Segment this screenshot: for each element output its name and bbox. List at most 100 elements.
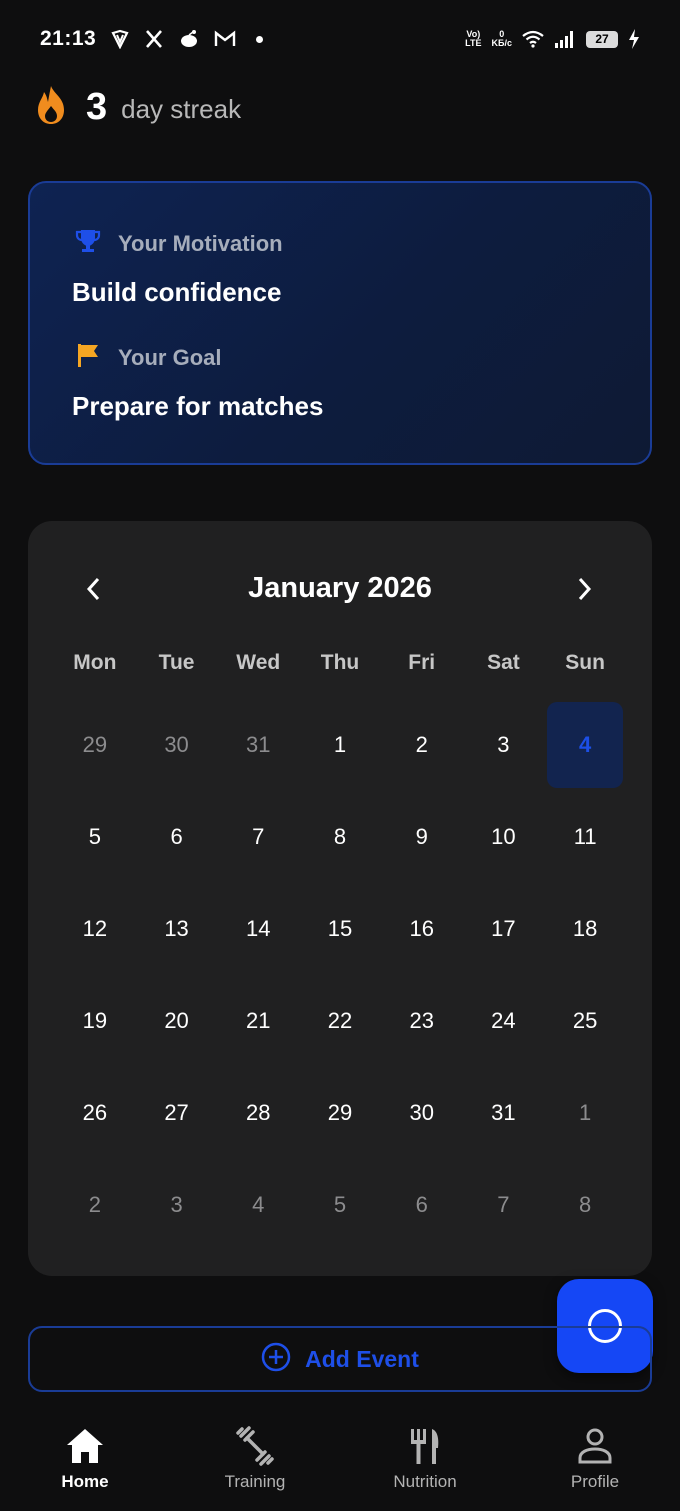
goal-label: Your Goal: [118, 344, 222, 370]
status-left: 21:13: [40, 27, 264, 51]
calendar-day[interactable]: 12: [54, 883, 136, 975]
nav-item-home[interactable]: Home: [0, 1410, 170, 1511]
calendar-day[interactable]: 29: [299, 1067, 381, 1159]
calendar-day-number: 5: [333, 1192, 347, 1217]
calendar-day[interactable]: 2: [381, 699, 463, 791]
calendar-day[interactable]: 19: [54, 975, 136, 1067]
calendar-day-number: 8: [333, 824, 347, 849]
calendar-day-number: 15: [327, 916, 353, 941]
calendar-day[interactable]: 24: [463, 975, 545, 1067]
calendar-day[interactable]: 27: [136, 1067, 218, 1159]
nav-label-profile: Profile: [570, 1472, 620, 1491]
calendar-day-number: 1: [333, 732, 347, 757]
reddit-icon: [178, 29, 200, 49]
calendar-day[interactable]: 15: [299, 883, 381, 975]
battery-indicator: 27: [586, 30, 618, 48]
calendar-day-number: 3: [497, 732, 510, 757]
calendar-day-number: 31: [246, 732, 271, 757]
streak-count: 3: [86, 85, 108, 128]
calendar-day-number: 14: [246, 916, 271, 941]
calendar-day[interactable]: 2: [54, 1159, 136, 1251]
streak-label: day streak: [121, 93, 242, 124]
status-time: 21:13: [40, 27, 97, 50]
calendar-month-title: January 2026: [248, 571, 432, 604]
calendar-day[interactable]: 7: [463, 1159, 545, 1251]
calendar-day-number: 3: [170, 1192, 183, 1217]
previous-month-button[interactable]: [74, 569, 114, 609]
notification-dot-icon: [256, 35, 264, 43]
calendar-day[interactable]: 20: [136, 975, 218, 1067]
calendar-day-number: 21: [246, 1008, 271, 1033]
calendar-day[interactable]: 17: [463, 883, 545, 975]
network-speed: 0 KБ/c: [491, 29, 512, 48]
calendar-day-selected[interactable]: 4: [544, 699, 626, 791]
nav-item-training[interactable]: Training: [170, 1410, 340, 1511]
calendar-day-number: 5: [88, 824, 101, 849]
calendar-day[interactable]: 4: [217, 1159, 299, 1251]
calendar-day[interactable]: 1: [299, 699, 381, 791]
calendar-day[interactable]: 9: [381, 791, 463, 883]
calendar-day[interactable]: 6: [381, 1159, 463, 1251]
calendar-day-number: 16: [409, 916, 434, 941]
charging-bolt-icon: [628, 29, 640, 49]
calendar-day[interactable]: 29: [54, 699, 136, 791]
calendar-day[interactable]: 5: [54, 791, 136, 883]
status-bar: 21:13 Vo) LTE 0 KБ/c 27: [0, 0, 680, 78]
calendar-day[interactable]: 22: [299, 975, 381, 1067]
chevron-left-icon: [86, 577, 100, 601]
calendar-day-number: 2: [415, 732, 428, 757]
add-event-label: Add Event: [305, 1345, 419, 1372]
calendar-day-number: 8: [579, 1192, 592, 1217]
calendar-day-number: 20: [164, 1008, 189, 1033]
calendar-day[interactable]: 30: [136, 699, 218, 791]
calendar-day-number: 24: [491, 1008, 516, 1033]
fire-icon: [32, 84, 70, 131]
calendar-day-number: 1: [579, 1100, 592, 1125]
calendar-day-number: 29: [82, 732, 108, 757]
calendar-day-number: 10: [491, 824, 516, 849]
calendar-day[interactable]: 25: [544, 975, 626, 1067]
nav-item-nutrition[interactable]: Nutrition: [340, 1410, 510, 1511]
flag-icon: [74, 341, 102, 374]
calendar-day[interactable]: 21: [217, 975, 299, 1067]
calendar-day-number: 6: [170, 824, 183, 849]
chevron-right-icon: [578, 577, 592, 601]
nav-item-profile[interactable]: Profile: [510, 1410, 680, 1511]
calendar-day[interactable]: 3: [136, 1159, 218, 1251]
calendar-day[interactable]: 28: [217, 1067, 299, 1159]
bottom-navigation: Home Training Nutrition Profile: [0, 1410, 680, 1511]
calendar-day[interactable]: 5: [299, 1159, 381, 1251]
status-right: Vo) LTE 0 KБ/c 27: [465, 29, 640, 49]
calendar-day[interactable]: 3: [463, 699, 545, 791]
calendar-day[interactable]: 26: [54, 1067, 136, 1159]
calendar-day-number: 7: [497, 1192, 510, 1217]
nav-label-nutrition: Nutrition: [393, 1472, 457, 1491]
calendar-day[interactable]: 16: [381, 883, 463, 975]
vpn-shield-icon: [110, 29, 130, 49]
calendar-day[interactable]: 8: [299, 791, 381, 883]
calendar-day-number: 22: [327, 1008, 353, 1033]
calendar-day[interactable]: 6: [136, 791, 218, 883]
calendar-day[interactable]: 1: [544, 1067, 626, 1159]
cutlery-icon: [403, 1424, 447, 1468]
calendar-day[interactable]: 31: [463, 1067, 545, 1159]
add-event-button[interactable]: Add Event: [28, 1326, 652, 1392]
calendar-day[interactable]: 23: [381, 975, 463, 1067]
calendar-day[interactable]: 31: [217, 699, 299, 791]
calendar-day[interactable]: 11: [544, 791, 626, 883]
calendar-day[interactable]: 8: [544, 1159, 626, 1251]
calendar-day[interactable]: 13: [136, 883, 218, 975]
calendar-day-number: 9: [415, 824, 428, 849]
add-circle-icon: [261, 1342, 291, 1377]
calendar-day[interactable]: 18: [544, 883, 626, 975]
calendar-day-number: 11: [573, 824, 597, 849]
person-icon: [573, 1424, 617, 1468]
calendar-day-number: 12: [82, 916, 108, 941]
calendar-day[interactable]: 10: [463, 791, 545, 883]
calendar-day[interactable]: 14: [217, 883, 299, 975]
nav-label-home: Home: [61, 1472, 109, 1491]
next-month-button[interactable]: [564, 569, 604, 609]
calendar-day[interactable]: 7: [217, 791, 299, 883]
calendar-day[interactable]: 30: [381, 1067, 463, 1159]
calendar-day-number: 19: [82, 1008, 108, 1033]
